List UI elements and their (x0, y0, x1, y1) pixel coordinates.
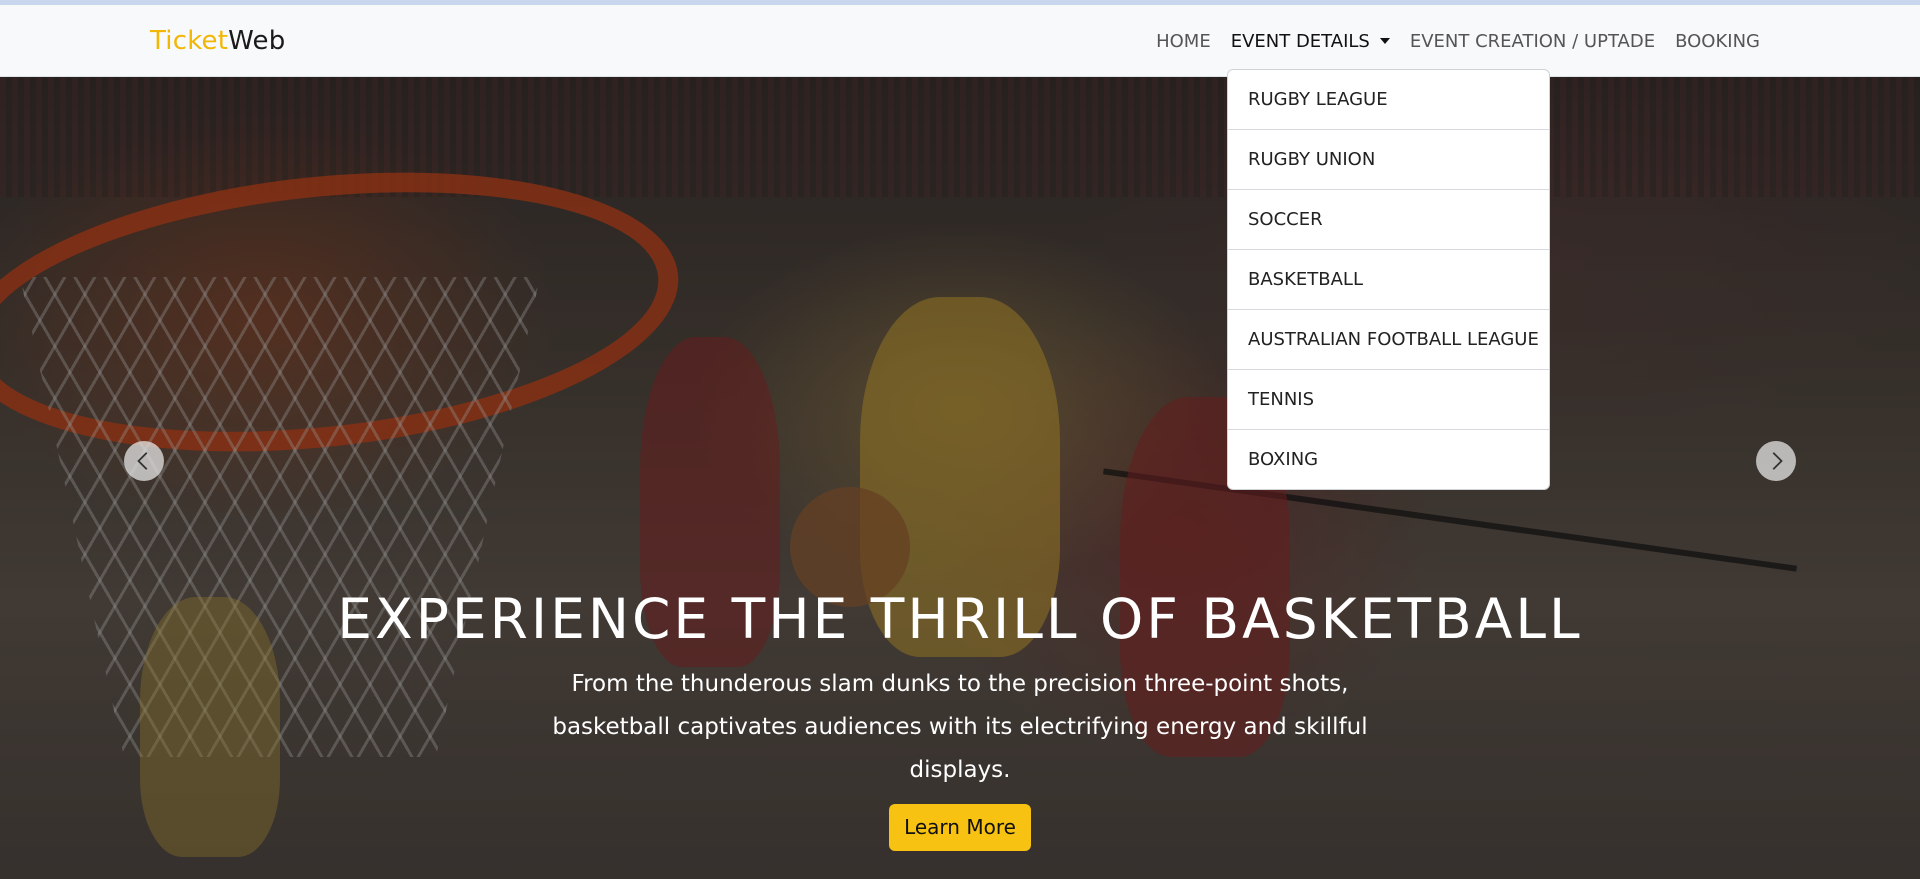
hero-title: EXPERIENCE THE THRILL OF BASKETBALL (337, 587, 1583, 651)
nav-event-details-label: EVENT DETAILS (1230, 30, 1370, 52)
nav-links: HOME EVENT DETAILS EVENT CREATION / UPTA… (1156, 5, 1760, 77)
nav-booking[interactable]: BOOKING (1675, 31, 1760, 52)
hero-description: From the thunderous slam dunks to the pr… (552, 671, 1368, 783)
event-details-dropdown: RUGBY LEAGUE RUGBY UNION SOCCER BASKETBA… (1227, 69, 1550, 490)
brand-part-1: Ticket (150, 26, 229, 56)
chevron-right-icon (1772, 452, 1783, 470)
learn-more-button[interactable]: Learn More (889, 804, 1031, 851)
carousel-prev-button[interactable] (124, 441, 164, 481)
caret-down-icon (1379, 38, 1390, 44)
dropdown-item-boxing[interactable]: BOXING (1228, 430, 1549, 489)
dropdown-item-soccer[interactable]: SOCCER (1228, 190, 1549, 250)
nav-home[interactable]: HOME (1156, 31, 1211, 52)
hero-caption: EXPERIENCE THE THRILL OF BASKETBALL From… (0, 587, 1920, 851)
navbar: TicketWeb HOME EVENT DETAILS EVENT CREAT… (0, 5, 1920, 77)
dropdown-item-afl[interactable]: AUSTRALIAN FOOTBALL LEAGUE (1228, 310, 1549, 370)
dropdown-item-rugby-league[interactable]: RUGBY LEAGUE (1228, 70, 1549, 130)
brand-part-2: Web (228, 26, 286, 56)
carousel-next-button[interactable] (1756, 441, 1796, 481)
hero-carousel: EXPERIENCE THE THRILL OF BASKETBALL From… (0, 77, 1920, 879)
nav-event-details[interactable]: EVENT DETAILS (1231, 31, 1390, 52)
nav-event-creation[interactable]: EVENT CREATION / UPTADE (1410, 31, 1655, 52)
dropdown-item-rugby-union[interactable]: RUGBY UNION (1228, 130, 1549, 190)
chevron-left-icon (137, 452, 148, 470)
dropdown-item-tennis[interactable]: TENNIS (1228, 370, 1549, 430)
brand-logo[interactable]: TicketWeb (150, 26, 285, 56)
dropdown-item-basketball[interactable]: BASKETBALL (1228, 250, 1549, 310)
